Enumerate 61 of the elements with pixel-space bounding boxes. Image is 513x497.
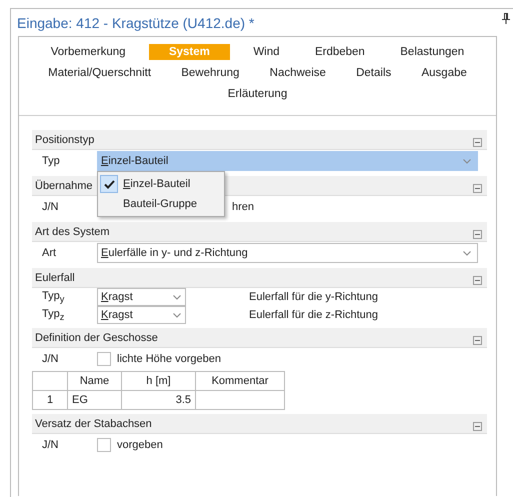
tab[interactable]: Wind xyxy=(241,44,292,60)
section-title: Positionstyp xyxy=(35,134,94,146)
tab[interactable]: Nachweise xyxy=(258,64,338,80)
field-description: Eulerfall für die z-Richtung xyxy=(249,309,378,321)
section-title: Versatz der Stabachsen xyxy=(35,418,152,430)
check-icon xyxy=(104,180,114,188)
table-cell[interactable]: 3.5 xyxy=(122,390,196,410)
tab[interactable]: Vorbemerkung xyxy=(38,44,138,60)
section-header[interactable]: Versatz der Stabachsen xyxy=(32,414,487,434)
collapse-icon[interactable] xyxy=(473,276,482,285)
field-label: Typ xyxy=(42,155,61,167)
field-label: Typ$_{y}$ xyxy=(42,290,66,304)
checkbox-label: vorgeben xyxy=(117,439,163,451)
menu-item[interactable]: Einzel-Bauteil xyxy=(98,174,224,194)
collapse-icon[interactable] xyxy=(473,184,482,193)
field-label: Typ$_{z}$ xyxy=(42,308,66,322)
checkbox-label: lichte Höhe vorgeben xyxy=(117,353,221,365)
tab[interactable]: Ausgabe xyxy=(409,64,479,80)
tab[interactable]: Erdbeben xyxy=(302,44,377,60)
checkbox[interactable] xyxy=(97,352,111,366)
table-header-cell xyxy=(32,372,68,390)
chevron-down-icon[interactable] xyxy=(173,312,181,318)
chevron-down-icon[interactable] xyxy=(463,250,471,256)
collapse-icon[interactable] xyxy=(473,336,482,345)
checkbox-label: hren xyxy=(232,201,254,213)
field-label: J/N xyxy=(42,201,60,213)
field-label: J/N xyxy=(42,439,60,451)
section-title: Übernahme xyxy=(35,180,92,192)
table-cell[interactable]: EG xyxy=(68,390,122,410)
section-header[interactable]: Eulerfall xyxy=(32,268,487,288)
column-header: h [m] xyxy=(122,372,196,390)
section-header[interactable]: Positionstyp xyxy=(32,130,487,150)
collapse-icon[interactable] xyxy=(473,138,482,147)
field-label: J/N xyxy=(42,353,60,365)
field-description: Eulerfall für die y-Richtung xyxy=(249,291,378,303)
menu-item[interactable]: Bauteil-Gruppe xyxy=(98,194,224,214)
checkbox[interactable] xyxy=(97,438,111,452)
dropdown-field[interactable]: Einzel-Bauteil xyxy=(97,151,478,171)
section-title: Eulerfall xyxy=(35,272,75,284)
window-title: Eingabe: 412 - Kragstütze (U412.de) * xyxy=(17,14,254,30)
chevron-down-icon[interactable] xyxy=(173,294,181,300)
tab[interactable]: Bewehrung xyxy=(169,64,252,80)
section-title: Art des System xyxy=(35,226,110,238)
dropdown-field[interactable]: Eulerfälle in y- und z-Richtung xyxy=(97,243,478,263)
section-header[interactable]: Definition der Geschosse xyxy=(32,328,487,348)
section-title: Definition der Geschosse xyxy=(35,332,158,344)
pin-icon[interactable] xyxy=(502,13,510,24)
tab[interactable]: Material/Querschnitt xyxy=(36,64,164,80)
row-number: 1 xyxy=(32,390,68,410)
collapse-icon[interactable] xyxy=(473,422,482,431)
dropdown-field[interactable]: Kragst xyxy=(97,288,186,306)
tab[interactable]: Details xyxy=(344,64,404,80)
tab[interactable]: Erläuterung xyxy=(216,86,300,102)
section-header[interactable]: Art des System xyxy=(32,222,487,242)
dropdown-field[interactable]: Kragst xyxy=(97,306,186,324)
column-header: Name xyxy=(68,372,122,390)
tab[interactable]: Belastungen xyxy=(388,44,476,60)
field-label: Art xyxy=(42,247,58,259)
table-cell[interactable] xyxy=(196,390,284,410)
column-header: Kommentar xyxy=(196,372,284,390)
collapse-icon[interactable] xyxy=(473,230,482,239)
